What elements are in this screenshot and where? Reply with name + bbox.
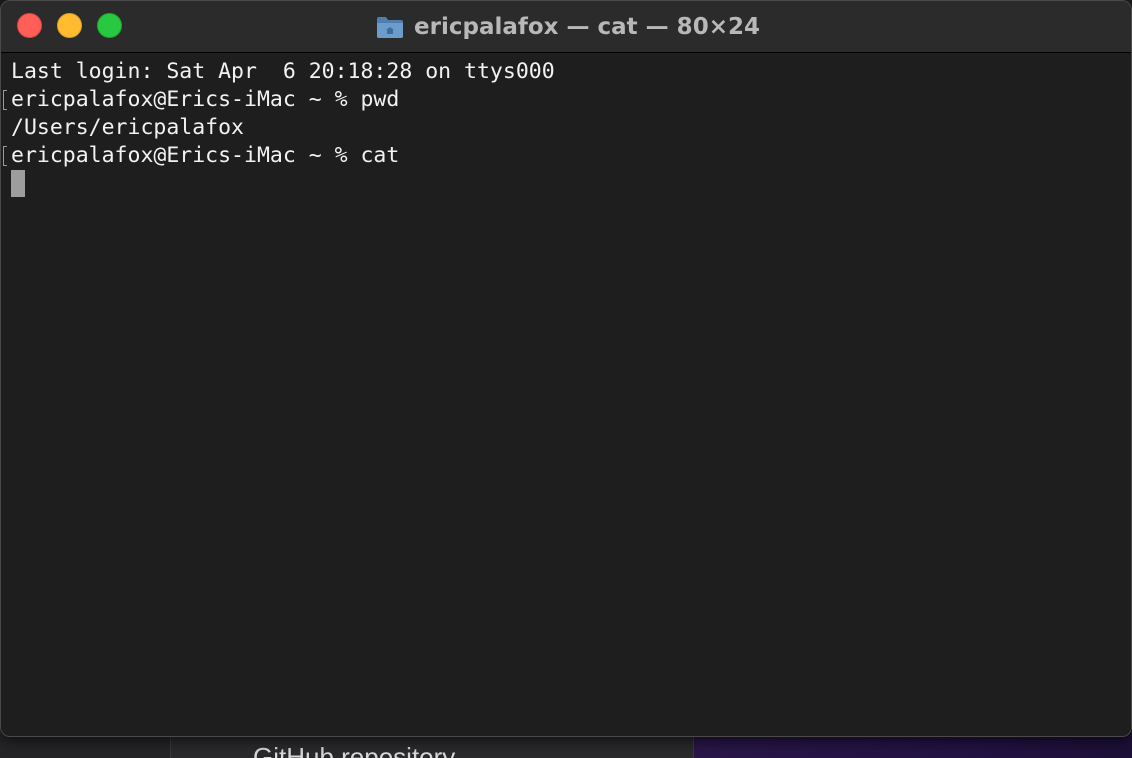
terminal-line: ericpalafox@Erics-iMac ~ % pwd: [11, 87, 400, 112]
folder-icon: [376, 15, 404, 39]
window-title-group: ericpalafox — cat — 80×24: [1, 1, 1131, 53]
terminal-line: Last login: Sat Apr 6 20:18:28 on ttys00…: [11, 59, 555, 84]
background-window-text: GitHub repository: [253, 742, 456, 758]
mark-bracket-icon: [3, 90, 7, 110]
terminal-cursor: [11, 170, 25, 197]
terminal-window: ericpalafox — cat — 80×24 Last login: Sa…: [0, 0, 1132, 737]
title-bar[interactable]: ericpalafox — cat — 80×24: [1, 1, 1131, 53]
terminal-line: ericpalafox@Erics-iMac ~ % cat: [11, 143, 400, 168]
mark-bracket-icon: [3, 146, 7, 166]
window-title: ericpalafox — cat — 80×24: [414, 14, 760, 40]
terminal-output[interactable]: Last login: Sat Apr 6 20:18:28 on ttys00…: [1, 54, 1131, 736]
terminal-line: /Users/ericpalafox: [11, 115, 244, 140]
